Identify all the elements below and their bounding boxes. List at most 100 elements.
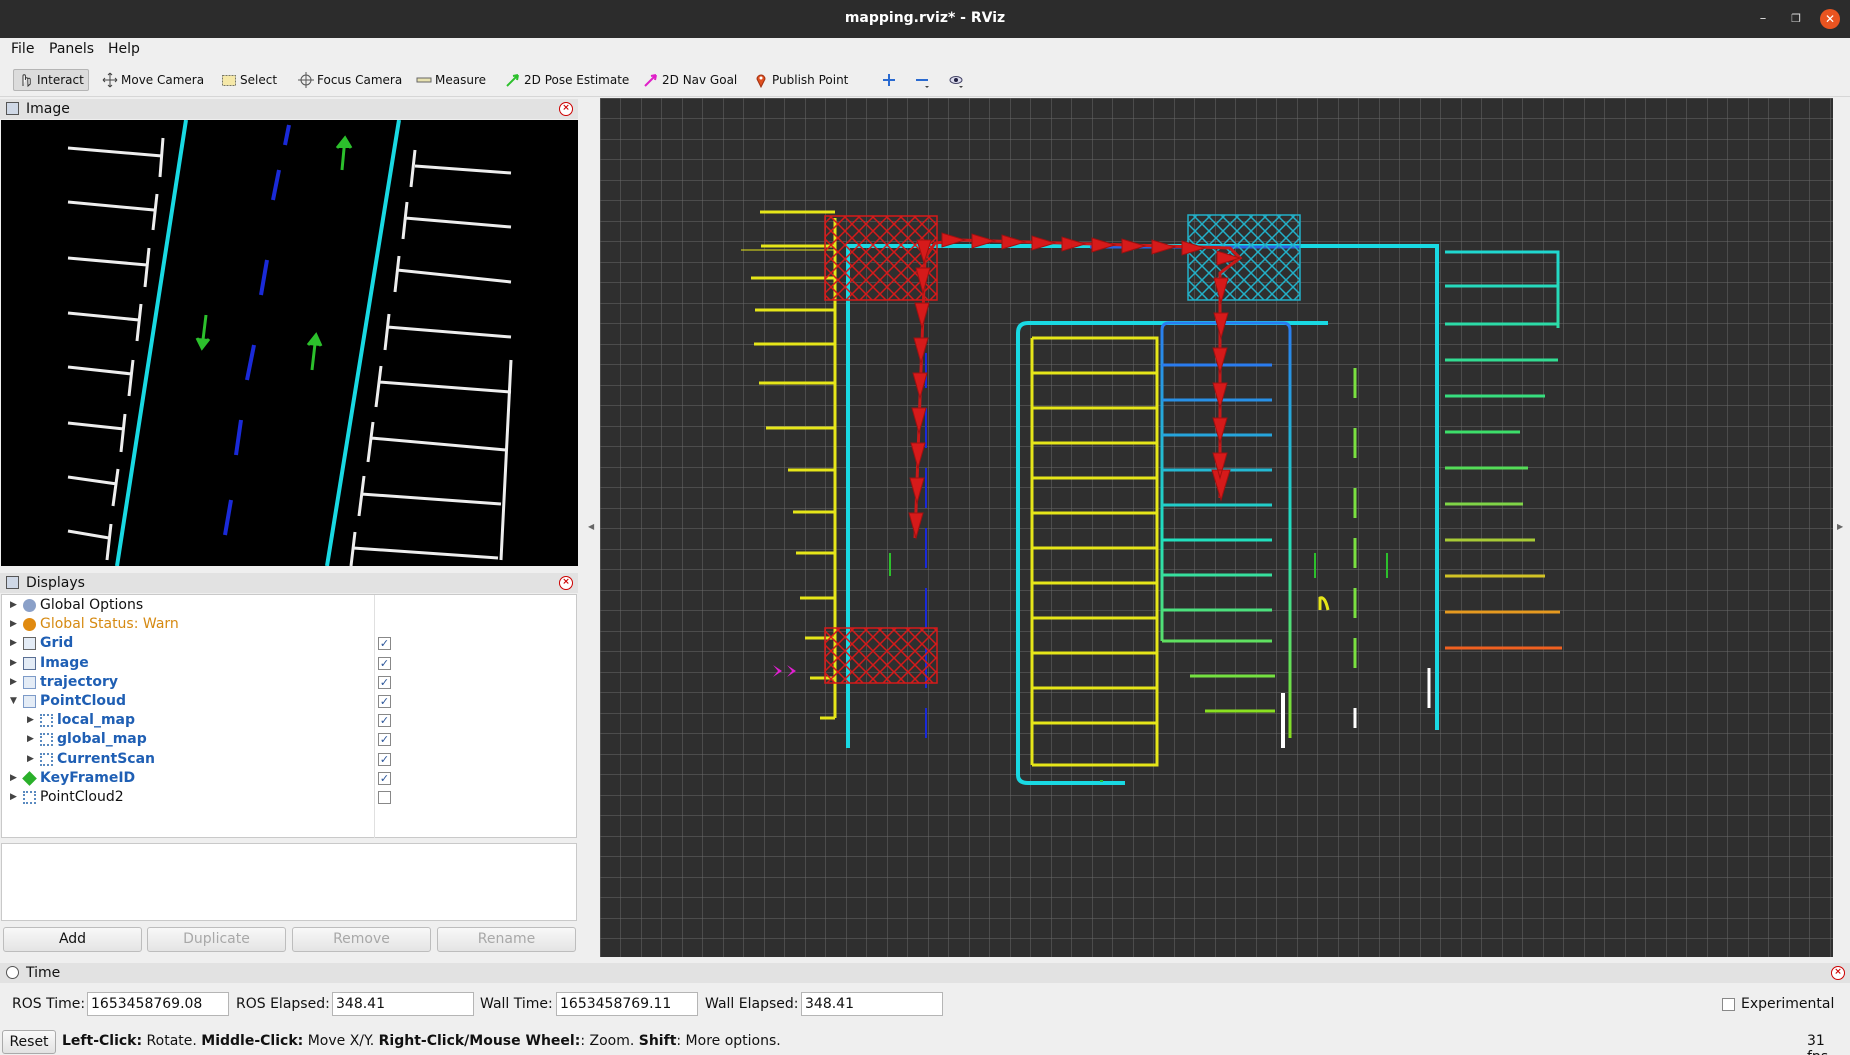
ros-time-field[interactable]: 1653458769.08 [87,992,229,1016]
menu-bar: File Panels Help [0,38,1850,62]
plus-icon [881,72,897,88]
displays-panel-close-icon[interactable]: × [559,576,573,590]
display-item-image[interactable]: ▶ Image [2,654,374,673]
hint-mid-key: Middle-Click: [201,1033,304,1049]
expand-arrow-icon[interactable]: ▶ [10,673,17,692]
interact-label: Interact [37,73,84,87]
remove-tool-button[interactable] [914,69,930,91]
nav-goal-tool[interactable]: 2D Nav Goal [643,69,737,91]
minimize-icon[interactable]: – [1753,9,1773,29]
display-item-pointcloud2[interactable]: ▶ PointCloud2 [2,788,374,807]
reset-button[interactable]: Reset [2,1030,56,1054]
measure-tool[interactable]: Measure [416,69,486,91]
time-panel-close-icon[interactable]: × [1831,966,1845,980]
display-enabled-checkbox[interactable]: ✓ [378,714,391,728]
focus-camera-label: Focus Camera [317,73,403,87]
display-enabled-checkbox[interactable]: ✓ [378,695,391,708]
focus-camera-tool[interactable]: Focus Camera [298,69,402,91]
warning-icon [23,618,36,632]
panel-splitter[interactable]: ◀ [578,97,600,959]
birdseye-image [67,120,513,566]
pointcloud-icon [40,752,53,766]
display-item-label: Global Status: Warn [40,616,179,633]
wall-elapsed-field[interactable]: 348.41 [801,992,943,1016]
right-parking-lines [349,149,513,566]
pose-estimate-tool[interactable]: 2D Pose Estimate [505,69,629,91]
display-enabled-checkbox[interactable]: ✓ [378,733,391,747]
experimental-checkbox[interactable] [1722,998,1735,1011]
wall-elapsed-label: Wall Elapsed: [705,996,799,1012]
expand-arrow-icon[interactable]: ▶ [10,615,17,634]
select-tool[interactable]: Select [221,69,277,91]
view-options-button[interactable] [948,69,964,91]
ros-elapsed-label: ROS Elapsed: [236,996,330,1012]
restore-icon[interactable]: ❐ [1786,9,1806,29]
expand-arrow-icon[interactable]: ▶ [27,750,34,769]
center-dashed-line [223,124,291,536]
display-enabled-checkbox[interactable] [378,791,391,804]
display-item-keyframeid[interactable]: ▶ KeyFrameID [2,769,374,788]
map-pin-icon [753,72,769,89]
ros-elapsed-field[interactable]: 348.41 [332,992,474,1016]
move-camera-tool[interactable]: Move Camera [102,69,204,91]
right-panel-collapse-strip[interactable]: ▶ [1833,97,1850,959]
expand-arrow-icon[interactable]: ▶ [10,634,17,653]
remove-display-button[interactable]: Remove [292,927,431,952]
minus-icon [914,72,930,88]
expand-arrow-icon[interactable]: ▶ [10,596,17,615]
expand-arrow-icon[interactable]: ▶ [10,788,17,807]
expand-arrow-icon[interactable]: ▶ [10,769,17,788]
crosshair-icon [298,72,314,88]
display-item-trajectory[interactable]: ▶ trajectory [2,673,374,692]
image-icon [23,656,36,670]
rename-display-button[interactable]: Rename [437,927,576,952]
folder-icon [23,675,36,689]
window-titlebar: mapping.rviz* - RViz – ❐ ✕ [0,0,1850,38]
image-panel-title: Image [26,101,70,117]
folder-icon [23,695,36,708]
display-item-local-map[interactable]: ▶ local_map [2,711,374,730]
add-display-button[interactable]: Add [3,927,142,952]
menu-file[interactable]: File [11,41,34,57]
display-item-global-options[interactable]: ▶ Global Options [2,596,374,615]
tool-bar: Interact Move Camera Select Focus Camera… [0,62,1850,97]
display-item-grid[interactable]: ▶ Grid [2,634,374,653]
hint-left: Rotate. [142,1033,202,1049]
display-item-pointcloud[interactable]: ▼ PointCloud [2,692,374,711]
duplicate-display-button[interactable]: Duplicate [147,927,286,952]
display-enabled-checkbox[interactable]: ✓ [378,771,391,785]
display-enabled-checkbox[interactable]: ✓ [378,675,391,689]
interact-tool[interactable]: Interact [13,69,89,91]
camera-image-view[interactable] [1,120,578,566]
close-window-icon[interactable]: ✕ [1820,9,1840,29]
3d-render-viewport[interactable] [600,98,1833,957]
menu-panels[interactable]: Panels [49,41,94,57]
collapse-arrow-icon[interactable]: ▼ [10,692,17,711]
display-item-currentscan[interactable]: ▶ CurrentScan [2,750,374,769]
expand-arrow-icon[interactable]: ▶ [27,730,34,749]
display-enabled-checkbox[interactable]: ✓ [378,637,391,651]
expand-arrow-icon[interactable]: ▶ [10,654,17,673]
display-enabled-checkbox[interactable]: ✓ [378,656,391,670]
move-camera-label: Move Camera [121,73,205,87]
collapse-left-icon[interactable]: ◀ [588,522,594,531]
display-item-global-status-warn[interactable]: ▶ Global Status: Warn [2,615,374,634]
green-road-arrows [195,135,353,371]
hint-right-key: Right-Click/Mouse Wheel: [378,1033,581,1049]
display-item-global-map[interactable]: ▶ global_map [2,730,374,749]
image-panel-close-icon[interactable]: × [559,102,573,116]
add-tool-button[interactable] [881,69,897,91]
pose-estimate-label: 2D Pose Estimate [524,73,630,87]
display-item-label: global_map [57,731,147,748]
menu-help[interactable]: Help [108,41,140,57]
publish-point-tool[interactable]: Publish Point [753,69,848,91]
collapse-right-icon[interactable]: ▶ [1837,522,1843,531]
wall-time-label: Wall Time: [480,996,553,1012]
wall-time-field[interactable]: 1653458769.11 [556,992,698,1016]
display-item-label: trajectory [40,673,118,690]
monitor-icon [6,576,19,589]
clock-icon [6,966,19,979]
fps-counter: 31 fps [1807,1033,1828,1055]
expand-arrow-icon[interactable]: ▶ [27,711,34,730]
display-enabled-checkbox[interactable]: ✓ [378,752,391,766]
